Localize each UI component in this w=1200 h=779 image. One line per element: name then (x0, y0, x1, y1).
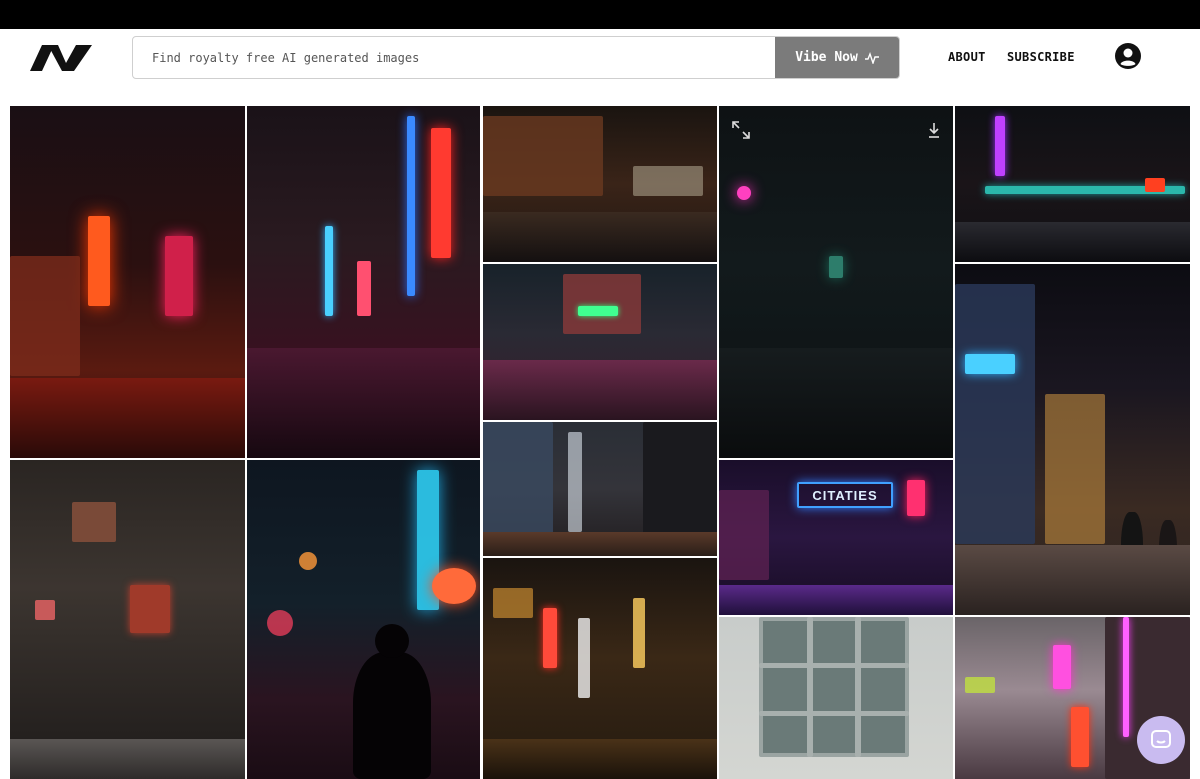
chat-icon (1151, 730, 1171, 748)
pulse-icon (864, 51, 879, 64)
account-icon[interactable] (1114, 42, 1142, 70)
gallery-image-dark-alley-signs[interactable] (10, 460, 245, 779)
gallery-image-dark-foggy-street[interactable] (719, 106, 953, 458)
browser-top-bar (0, 0, 1200, 29)
image-gallery: CITATIES (10, 106, 1190, 779)
gallery-image-neon-storefront[interactable] (10, 106, 245, 458)
gallery-image-narrow-alley[interactable] (483, 422, 717, 556)
expand-icon[interactable] (731, 120, 751, 140)
gallery-image-blue-traffic-street[interactable] (955, 106, 1190, 262)
vibe-now-label: Vibe Now (795, 50, 858, 65)
gallery-image-neon-street-signs[interactable] (247, 106, 480, 458)
citaties-neon-sign: CITATIES (797, 482, 893, 508)
gallery-image-citaties-neon[interactable]: CITATIES (719, 460, 953, 615)
gallery-image-tall-city-street[interactable] (955, 264, 1190, 615)
vibe-now-button[interactable]: Vibe Now (775, 37, 899, 78)
download-icon[interactable] (927, 122, 941, 138)
gallery-image-silhouette-bokeh[interactable] (247, 460, 480, 779)
nav-about-link[interactable]: ABOUT (948, 50, 986, 64)
chat-support-button[interactable] (1137, 716, 1185, 764)
gallery-image-asian-market[interactable] (483, 558, 717, 779)
gallery-image-building-windows[interactable] (719, 617, 953, 779)
gallery-image-city-intersection[interactable] (483, 106, 717, 262)
search-input[interactable] (133, 37, 776, 78)
citaties-sign-text: CITATIES (812, 487, 878, 503)
gallery-image-cyclist-rain[interactable] (483, 264, 717, 420)
site-header: Vibe Now ABOUT SUBSCRIBE (0, 29, 1200, 105)
search-bar: Vibe Now (132, 36, 900, 79)
site-logo[interactable] (28, 43, 94, 73)
nav-subscribe-link[interactable]: SUBSCRIBE (1007, 50, 1075, 64)
